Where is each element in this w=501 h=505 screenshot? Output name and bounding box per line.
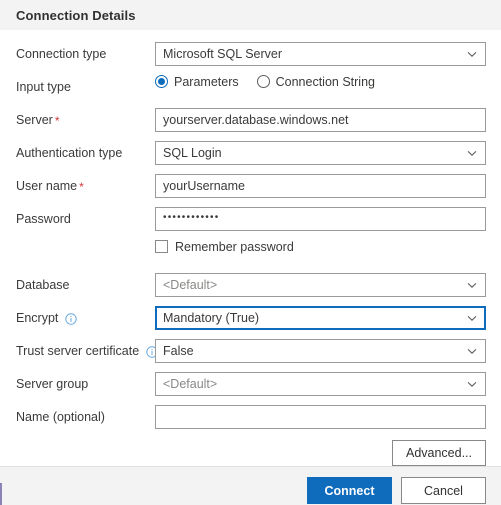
page-title: Connection Details: [16, 7, 136, 23]
field-user-name: yourUsername: [155, 173, 486, 198]
cancel-button[interactable]: Cancel: [401, 477, 486, 504]
remember-password-checkbox[interactable]: [155, 240, 168, 253]
name-optional-input[interactable]: [155, 404, 486, 429]
label-trust-server-certificate-text: Trust server certificate: [16, 343, 140, 358]
label-authentication-type-text: Authentication type: [16, 145, 123, 160]
label-database: Database: [16, 278, 155, 292]
label-trust-server-certificate: Trust server certificate: [16, 343, 158, 358]
server-group-select[interactable]: <Default>: [155, 371, 486, 396]
input-type-radio-group: Parameters Connection String: [155, 75, 486, 89]
radio-option-connection-string[interactable]: Connection String: [256, 74, 375, 89]
label-user-name: User name *: [16, 179, 155, 193]
row-connection-type: Connection type Microsoft SQL Server: [16, 37, 486, 70]
user-name-input[interactable]: yourUsername: [155, 173, 486, 198]
row-server-group: Server group <Default>: [16, 367, 486, 400]
radio-parameters-label: Parameters: [174, 74, 239, 89]
row-password: Password ••••••••••••: [16, 202, 486, 235]
field-input-type: Parameters Connection String: [155, 75, 486, 99]
chevron-down-icon: [465, 146, 479, 160]
authentication-type-select[interactable]: SQL Login: [155, 140, 486, 165]
label-password-text: Password: [16, 211, 71, 226]
corner-accent-bar: [0, 483, 2, 505]
label-password: Password: [16, 212, 155, 226]
field-server: yourserver.database.windows.net: [155, 107, 486, 132]
row-encrypt: Encrypt Mandatory (True): [16, 301, 486, 334]
encrypt-value: Mandatory (True): [163, 310, 260, 325]
trust-server-certificate-select[interactable]: False: [155, 338, 486, 363]
password-input[interactable]: ••••••••••••: [155, 206, 486, 231]
row-authentication-type: Authentication type SQL Login: [16, 136, 486, 169]
required-asterisk-server: *: [54, 113, 60, 128]
connection-type-value: Microsoft SQL Server: [163, 46, 283, 61]
info-icon[interactable]: [65, 312, 78, 325]
radio-option-parameters[interactable]: Parameters: [155, 75, 239, 89]
field-authentication-type: SQL Login: [155, 140, 486, 165]
authentication-type-value: SQL Login: [163, 145, 222, 160]
chevron-down-icon: [465, 311, 479, 325]
label-server-group: Server group: [16, 377, 155, 391]
field-name-optional: [155, 404, 486, 429]
remember-password-checkbox-row[interactable]: Remember password: [155, 240, 486, 254]
trust-server-certificate-value: False: [163, 343, 194, 358]
label-input-type: Input type: [16, 80, 155, 94]
password-input-value: ••••••••••••: [163, 212, 220, 223]
connect-button[interactable]: Connect: [307, 477, 392, 504]
row-remember-password: Remember password: [16, 235, 486, 268]
advanced-button-row: Advanced...: [16, 433, 486, 466]
field-database: <Default>: [155, 272, 486, 297]
radio-connection-string-label: Connection String: [275, 74, 375, 89]
label-name-optional: Name (optional): [16, 410, 155, 424]
label-encrypt: Encrypt: [16, 311, 155, 325]
server-input-value: yourserver.database.windows.net: [163, 112, 349, 127]
row-name-optional: Name (optional): [16, 400, 486, 433]
database-select[interactable]: <Default>: [155, 272, 486, 297]
row-database: Database <Default>: [16, 268, 486, 301]
label-user-name-text: User name: [16, 178, 78, 193]
label-database-text: Database: [16, 277, 70, 292]
connection-form: Connection type Microsoft SQL Server Inp…: [0, 30, 501, 466]
encrypt-select[interactable]: Mandatory (True): [155, 305, 486, 330]
label-encrypt-text: Encrypt: [16, 310, 59, 325]
chevron-down-icon: [465, 47, 479, 61]
row-user-name: User name * yourUsername: [16, 169, 486, 202]
field-connection-type: Microsoft SQL Server: [155, 41, 486, 66]
label-server-text: Server: [16, 112, 53, 127]
database-value: <Default>: [163, 277, 218, 292]
dialog-footer: Connect Cancel: [0, 466, 501, 505]
row-trust-server-certificate: Trust server certificate False: [16, 334, 486, 367]
label-name-optional-text: Name (optional): [16, 409, 105, 424]
label-server-group-text: Server group: [16, 376, 89, 391]
field-remember-password: Remember password: [155, 240, 486, 264]
advanced-button[interactable]: Advanced...: [392, 440, 486, 466]
radio-parameters-icon[interactable]: [155, 75, 168, 88]
chevron-down-icon: [465, 377, 479, 391]
required-asterisk-user-name: *: [79, 179, 84, 194]
field-encrypt: Mandatory (True): [155, 305, 486, 330]
connection-details-dialog: Connection Details Connection type Micro…: [0, 0, 501, 505]
field-server-group: <Default>: [155, 371, 486, 396]
label-connection-type: Connection type: [16, 47, 155, 61]
server-input[interactable]: yourserver.database.windows.net: [155, 107, 486, 132]
dialog-title-bar: Connection Details: [0, 0, 501, 30]
user-name-input-value: yourUsername: [163, 178, 245, 193]
connection-type-select[interactable]: Microsoft SQL Server: [155, 41, 486, 66]
label-connection-type-text: Connection type: [16, 46, 107, 61]
label-authentication-type: Authentication type: [16, 146, 155, 160]
field-trust-server-certificate: False: [155, 338, 486, 363]
remember-password-label: Remember password: [175, 239, 294, 254]
radio-connection-string-icon[interactable]: [256, 75, 270, 88]
field-password: ••••••••••••: [155, 206, 486, 231]
server-group-value: <Default>: [163, 376, 218, 391]
chevron-down-icon: [465, 278, 479, 292]
label-server: Server *: [16, 113, 155, 127]
row-server: Server * yourserver.database.windows.net: [16, 103, 486, 136]
label-input-type-text: Input type: [16, 79, 71, 94]
row-input-type: Input type Parameters Connection String: [16, 70, 486, 103]
chevron-down-icon: [465, 344, 479, 358]
